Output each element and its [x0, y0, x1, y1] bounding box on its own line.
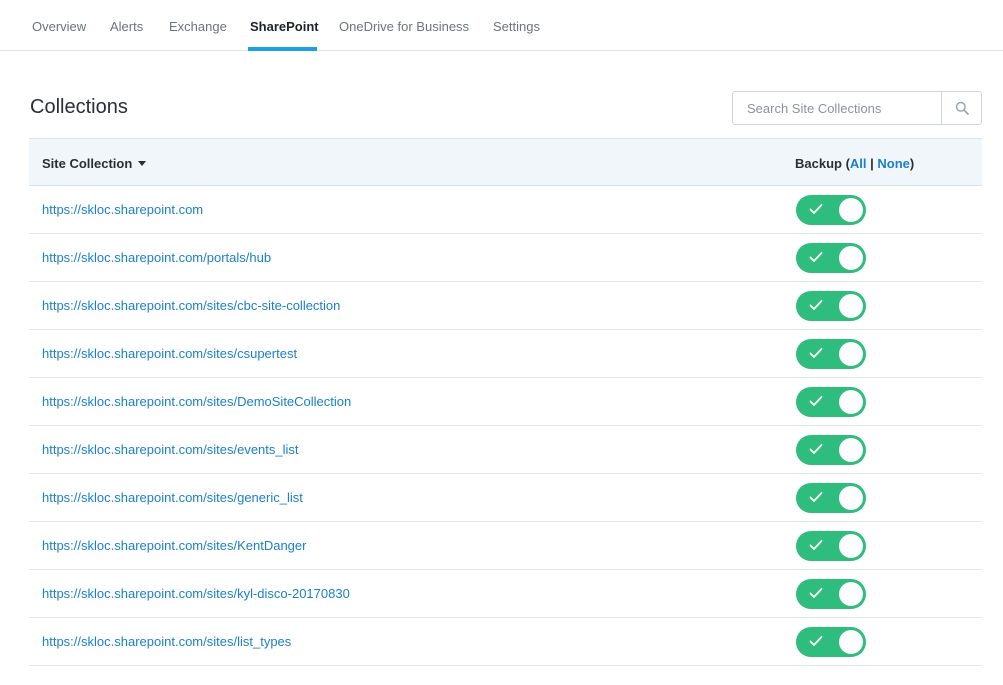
backup-header-separator: | — [866, 156, 878, 171]
backup-toggle[interactable] — [796, 339, 866, 369]
table-row: https://skloc.sharepoint.com/sites/kyl-d… — [29, 570, 982, 618]
toggle-knob — [839, 486, 863, 510]
backup-toggle[interactable] — [796, 579, 866, 609]
backup-toggle[interactable] — [796, 243, 866, 273]
table-row: https://skloc.sharepoint.com/sites/gener… — [29, 474, 982, 522]
site-collection-link[interactable]: https://skloc.sharepoint.com/sites/gener… — [42, 490, 303, 505]
search-icon — [955, 101, 969, 115]
backup-toggle[interactable] — [796, 627, 866, 657]
check-icon — [809, 300, 823, 310]
site-collection-link[interactable]: https://skloc.sharepoint.com/portals/hub — [42, 250, 271, 265]
toggle-knob — [839, 438, 863, 462]
site-collection-link[interactable]: https://skloc.sharepoint.com/sites/kyl-d… — [42, 586, 350, 601]
check-icon — [809, 396, 823, 406]
toggle-knob — [839, 390, 863, 414]
toggle-knob — [839, 294, 863, 318]
table-body: https://skloc.sharepoint.com https://sklo… — [29, 186, 982, 666]
toggle-knob — [839, 246, 863, 270]
site-collection-link[interactable]: https://skloc.sharepoint.com/sites/cbc-s… — [42, 298, 340, 313]
table-row: https://skloc.sharepoint.com/sites/DemoS… — [29, 378, 982, 426]
table-row: https://skloc.sharepoint.com/portals/hub — [29, 234, 982, 282]
search-input[interactable] — [733, 92, 941, 124]
toggle-knob — [839, 342, 863, 366]
column-header-backup: Backup (All | None) — [795, 156, 914, 171]
tab-onedrive-for-business[interactable]: OneDrive for Business — [339, 19, 469, 34]
toggle-knob — [839, 198, 863, 222]
check-icon — [809, 588, 823, 598]
top-navigation: Overview Alerts Exchange SharePoint OneD… — [0, 0, 1003, 51]
toggle-knob — [839, 534, 863, 558]
check-icon — [809, 492, 823, 502]
backup-toggle[interactable] — [796, 195, 866, 225]
search-box — [732, 91, 982, 125]
search-button[interactable] — [941, 92, 981, 124]
site-collection-link[interactable]: https://skloc.sharepoint.com — [42, 202, 203, 217]
table-header: Site Collection Backup (All | None) — [29, 138, 982, 186]
active-tab-indicator — [248, 47, 317, 51]
toggle-knob — [839, 582, 863, 606]
select-all-link[interactable]: All — [850, 156, 867, 171]
site-collection-link[interactable]: https://skloc.sharepoint.com/sites/event… — [42, 442, 299, 457]
tab-settings[interactable]: Settings — [493, 19, 540, 34]
site-collections-table: Site Collection Backup (All | None) http… — [29, 138, 982, 666]
backup-toggle[interactable] — [796, 387, 866, 417]
column-header-label: Site Collection — [42, 156, 133, 171]
tab-overview[interactable]: Overview — [32, 19, 86, 34]
check-icon — [809, 444, 823, 454]
caret-down-icon — [138, 161, 147, 166]
site-collection-link[interactable]: https://skloc.sharepoint.com/sites/DemoS… — [42, 394, 351, 409]
table-row: https://skloc.sharepoint.com/sites/event… — [29, 426, 982, 474]
site-collection-link[interactable]: https://skloc.sharepoint.com/sites/csupe… — [42, 346, 297, 361]
select-none-link[interactable]: None — [877, 156, 910, 171]
check-icon — [809, 636, 823, 646]
column-header-site-collection[interactable]: Site Collection — [42, 156, 147, 171]
check-icon — [809, 204, 823, 214]
page-title: Collections — [30, 96, 128, 118]
check-icon — [809, 348, 823, 358]
toggle-knob — [839, 630, 863, 654]
backup-header-prefix: Backup ( — [795, 156, 850, 171]
backup-toggle[interactable] — [796, 531, 866, 561]
backup-toggle[interactable] — [796, 435, 866, 465]
site-collection-link[interactable]: https://skloc.sharepoint.com/sites/list_… — [42, 634, 291, 649]
site-collection-link[interactable]: https://skloc.sharepoint.com/sites/KentD… — [42, 538, 306, 553]
table-row: https://skloc.sharepoint.com/sites/list_… — [29, 618, 982, 666]
table-row: https://skloc.sharepoint.com/sites/csupe… — [29, 330, 982, 378]
tab-exchange[interactable]: Exchange — [169, 19, 227, 34]
table-row: https://skloc.sharepoint.com/sites/cbc-s… — [29, 282, 982, 330]
backup-toggle[interactable] — [796, 291, 866, 321]
tab-alerts[interactable]: Alerts — [110, 19, 143, 34]
table-row: https://skloc.sharepoint.com/sites/KentD… — [29, 522, 982, 570]
check-icon — [809, 252, 823, 262]
backup-header-suffix: ) — [909, 156, 915, 171]
check-icon — [809, 540, 823, 550]
table-row: https://skloc.sharepoint.com — [29, 186, 982, 234]
tab-sharepoint[interactable]: SharePoint — [250, 19, 319, 34]
backup-toggle[interactable] — [796, 483, 866, 513]
